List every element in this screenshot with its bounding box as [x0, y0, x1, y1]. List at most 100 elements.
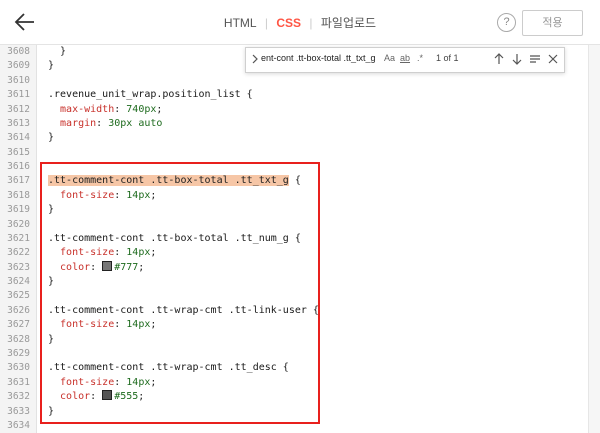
code-line: 3621 .tt-comment-cont .tt-box-total .tt_n… — [0, 232, 588, 246]
match-case-toggle[interactable]: Aa — [384, 53, 395, 63]
css-property: font-size — [48, 376, 115, 388]
code-token: .tt-comment-cont .tt-wrap-cmt .tt-link-u… — [48, 304, 319, 316]
chevron-right-icon[interactable] — [251, 53, 259, 65]
line-number: 3628 — [7, 333, 30, 345]
line-number: 3610 — [7, 74, 30, 86]
code-line: 3613 margin: 30px auto — [0, 117, 588, 131]
code-line: 3617 .tt-comment-cont .tt-box-total .tt_t… — [0, 174, 588, 188]
line-number: 3619 — [7, 204, 30, 216]
line-number: 3612 — [7, 103, 30, 115]
regex-toggle[interactable]: .* — [417, 53, 423, 63]
line-number: 3615 — [7, 146, 30, 158]
code-token: : — [90, 261, 103, 273]
code-line: 3625 — [0, 289, 588, 303]
code-text: } — [48, 275, 54, 289]
code-token: } — [48, 276, 55, 288]
code-token: : — [96, 117, 109, 129]
code-token: } — [48, 405, 55, 417]
line-number: 3609 — [7, 60, 30, 72]
code-text: .tt-comment-cont .tt-box-total .tt_txt_g… — [48, 174, 301, 188]
line-number: 3629 — [7, 347, 30, 359]
code-line: 3632 color: #555; — [0, 390, 588, 404]
color-swatch[interactable] — [102, 390, 113, 401]
code-token: } — [48, 333, 55, 345]
vertical-scrollbar[interactable] — [588, 45, 600, 433]
code-token: { — [288, 175, 301, 187]
arrow-up-icon[interactable] — [492, 51, 506, 67]
code-line: 3622 font-size: 14px; — [0, 246, 588, 260]
code-text: } — [48, 59, 54, 73]
code-text: max-width: 740px; — [48, 103, 162, 117]
css-value: 14px — [126, 319, 151, 331]
css-property: font-size — [48, 247, 115, 259]
apply-button[interactable]: 적용 — [522, 10, 583, 36]
line-number: 3620 — [7, 218, 30, 230]
arrow-down-icon[interactable] — [510, 51, 524, 67]
color-swatch[interactable] — [102, 260, 113, 271]
code-token: : — [90, 391, 103, 403]
line-number: 3621 — [7, 232, 30, 244]
code-token: .tt-comment-cont .tt-box-total .tt_num_g… — [48, 232, 301, 244]
code-text: .tt-comment-cont .tt-box-total .tt_num_g… — [48, 232, 301, 246]
code-token: .tt-comment-cont .tt-wrap-cmt .tt_desc { — [48, 362, 289, 374]
line-number: 3631 — [7, 376, 30, 388]
tab-separator: | — [264, 16, 269, 30]
line-number: 3626 — [7, 304, 30, 316]
match-count: 1 of 1 — [436, 53, 459, 63]
tab-html[interactable]: HTML — [221, 16, 260, 30]
css-property: font-size — [48, 319, 115, 331]
line-number: 3633 — [7, 405, 30, 417]
code-text: } — [48, 405, 54, 419]
css-value: 14px — [126, 189, 151, 201]
find-input[interactable]: ent-cont .tt-box-total .tt_txt_g — [261, 53, 379, 63]
css-value: 14px — [126, 376, 151, 388]
line-number: 3630 — [7, 362, 30, 374]
code-text: .tt-comment-cont .tt-wrap-cmt .tt_desc { — [48, 361, 289, 375]
code-text: color: #777; — [48, 260, 144, 275]
code-token: : — [114, 319, 127, 331]
code-line: 3633} — [0, 405, 588, 419]
line-number: 3632 — [7, 391, 30, 403]
css-property: margin — [48, 117, 97, 129]
line-number: 3624 — [7, 276, 30, 288]
line-number: 3617 — [7, 175, 30, 187]
css-value: 740px — [126, 103, 157, 115]
code-line: 3626 .tt-comment-cont .tt-wrap-cmt .tt-li… — [0, 304, 588, 318]
tab-separator: | — [309, 16, 313, 30]
code-text: } — [48, 203, 54, 217]
line-number: 3613 — [7, 117, 30, 129]
close-icon[interactable] — [546, 51, 560, 67]
css-value: #777 — [114, 261, 139, 273]
code-line: 3623 color: #777; — [0, 260, 588, 275]
tab-css[interactable]: CSS — [273, 16, 304, 30]
code-line: 3610 — [0, 74, 588, 88]
code-token: ; — [150, 189, 157, 201]
code-token: : — [114, 189, 127, 201]
line-number: 3634 — [7, 419, 30, 431]
code-line: 3614} — [0, 131, 588, 145]
code-token: ; — [150, 247, 157, 259]
tab-file-upload[interactable]: 파일업로드 — [318, 14, 379, 31]
code-text: font-size: 14px; — [48, 246, 156, 260]
code-token: : — [114, 103, 127, 115]
line-number: 3623 — [7, 261, 30, 273]
code-line: 3620 — [0, 218, 588, 232]
css-value: 30px auto — [108, 117, 163, 129]
code-line: 3619} — [0, 203, 588, 217]
whole-word-toggle[interactable]: ab — [400, 53, 410, 63]
code-editor[interactable]: 3608 } 3609} 3610 3611 .revenue_unit_wrap.po… — [0, 45, 588, 433]
code-text: margin: 30px auto — [48, 117, 162, 131]
code-text: font-size: 14px; — [48, 189, 156, 203]
selection-icon[interactable] — [528, 51, 542, 67]
code-line: 3629 — [0, 347, 588, 361]
line-number: 3614 — [7, 132, 30, 144]
css-value: #555 — [114, 391, 139, 403]
code-text: } — [48, 131, 54, 145]
code-line: 3628} — [0, 333, 588, 347]
editor-header: HTML | CSS | 파일업로드 ? 적용 — [0, 0, 600, 45]
help-button[interactable]: ? — [497, 13, 516, 32]
code-line: 3634 — [0, 419, 588, 433]
code-text: .revenue_unit_wrap.position_list { — [48, 88, 253, 102]
line-number: 3616 — [7, 161, 30, 173]
code-line: 3615 — [0, 146, 588, 160]
